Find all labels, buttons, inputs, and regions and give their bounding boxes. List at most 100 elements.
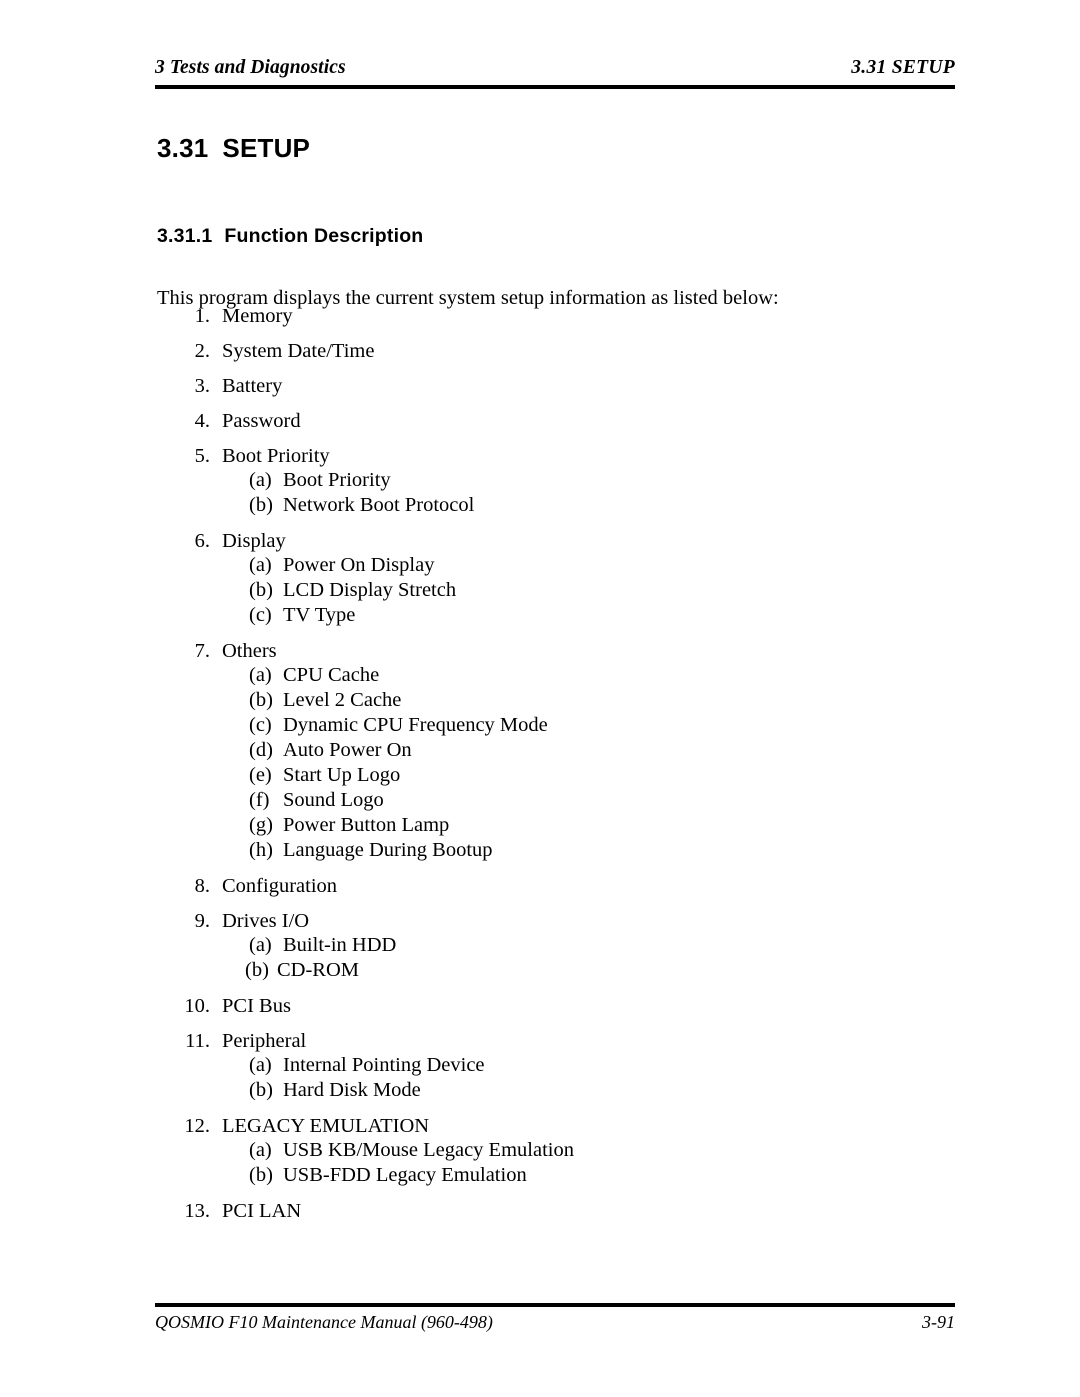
sub-list-item-marker: (b) [249, 1164, 273, 1186]
list-item-marker: 5. [194, 445, 210, 467]
sub-list-item-label: Dynamic CPU Frequency Mode [283, 714, 548, 736]
list-item-label: Boot Priority [222, 445, 330, 467]
sub-list-item-marker: (a) [249, 934, 272, 956]
sub-list-item-marker: (b) [249, 689, 273, 711]
list-item: 1. Memory [0, 303, 1080, 338]
list-item-marker: 11. [185, 1030, 210, 1052]
subsection-title: Function Description [224, 225, 424, 247]
sub-list-item: (c) Dynamic CPU Frequency Mode [0, 713, 1080, 738]
sub-list-item-marker: (a) [249, 554, 272, 576]
list-item: 7. Others [0, 638, 1080, 663]
sub-list-item: (f) Sound Logo [0, 788, 1080, 813]
sub-list-item-marker: (f) [249, 789, 270, 811]
setup-items-list: 1. Memory 2. System Date/Time 3. Battery 4. Pas… [0, 303, 1080, 1233]
sub-list-item-label: Built-in HDD [283, 934, 397, 956]
list-item-marker: 9. [194, 910, 210, 932]
sub-list-item-label: Boot Priority [283, 469, 391, 491]
list-item-marker: 8. [194, 875, 210, 897]
list-item-label: LEGACY EMULATION [222, 1115, 430, 1137]
sub-list-item-label: Level 2 Cache [283, 689, 402, 711]
sub-list-item-marker: (c) [249, 604, 272, 626]
list-item-marker: 2. [194, 340, 210, 362]
footer-rule [155, 1303, 955, 1307]
sub-list-item-marker: (g) [249, 814, 273, 836]
list-item-label: Others [222, 640, 277, 662]
sub-list-item-label: Sound Logo [283, 789, 384, 811]
sub-list-item-marker: (b) [249, 494, 273, 516]
sub-list-item-marker: (b) [245, 959, 269, 981]
sub-list-item-label: Network Boot Protocol [283, 494, 475, 516]
sub-list-item: (a) Power On Display [0, 553, 1080, 578]
list-item-marker: 10. [184, 995, 210, 1017]
sub-list-item-label: CPU Cache [283, 664, 380, 686]
list-item-marker: 12. [184, 1115, 210, 1137]
header-rule [155, 85, 955, 89]
subsection-number: 3.31.1 [157, 225, 213, 247]
sub-list-item: (a) Internal Pointing Device [0, 1053, 1080, 1078]
list-item: 9. Drives I/O [0, 908, 1080, 933]
running-footer: QOSMIO F10 Maintenance Manual (960-498) … [155, 1312, 955, 1333]
list-item-label: Drives I/O [222, 910, 310, 932]
sub-list-item-marker: (e) [249, 764, 272, 786]
sub-list-item-marker: (b) [249, 579, 273, 601]
running-header: 3 Tests and Diagnostics 3.31 SETUP [155, 57, 955, 79]
sub-list-item-label: Power Button Lamp [283, 814, 450, 836]
sub-list-item-label: Language During Bootup [283, 839, 493, 861]
page-number: 3-91 [922, 1312, 955, 1332]
running-header-right: 3.31 SETUP [851, 57, 955, 78]
list-item-label: Memory [222, 305, 293, 327]
list-item: 10. PCI Bus [0, 993, 1080, 1028]
sub-list-item-label: TV Type [283, 604, 356, 626]
sub-list-item: (b) Level 2 Cache [0, 688, 1080, 713]
list-item-marker: 7. [194, 640, 210, 662]
list-item-label: Display [222, 530, 286, 552]
list-item: 2. System Date/Time [0, 338, 1080, 373]
sub-list-item-marker: (c) [249, 714, 272, 736]
sub-list-item-marker: (d) [249, 739, 273, 761]
sub-list-item: (b) USB-FDD Legacy Emulation [0, 1163, 1080, 1188]
list-item-label: PCI LAN [222, 1200, 302, 1222]
list-item-marker: 13. [184, 1200, 210, 1222]
sub-list-item: (c) TV Type [0, 603, 1080, 628]
sub-list-item: (b) CD-ROM [0, 958, 1080, 983]
sub-list-item-marker: (a) [249, 469, 272, 491]
list-item: 13. PCI LAN [0, 1198, 1080, 1233]
list-item-label: Battery [222, 375, 283, 397]
sub-list-item-marker: (a) [249, 1054, 272, 1076]
list-item: 11. Peripheral [0, 1028, 1080, 1053]
list-item-marker: 6. [194, 530, 210, 552]
sub-list-item-label: Power On Display [283, 554, 435, 576]
list-item: 3. Battery [0, 373, 1080, 408]
sub-list-item: (d) Auto Power On [0, 738, 1080, 763]
sub-list-item: (b) Network Boot Protocol [0, 493, 1080, 518]
page-title: 3.31 SETUP [157, 133, 310, 164]
sub-list-item: (a) Built-in HDD [0, 933, 1080, 958]
manual-title: QOSMIO F10 Maintenance Manual (960-498) [155, 1312, 493, 1332]
sub-list-item-marker: (h) [249, 839, 273, 861]
sub-list-item: (b) Hard Disk Mode [0, 1078, 1080, 1103]
sub-list-item-label: Auto Power On [283, 739, 412, 761]
sub-list-item-label: LCD Display Stretch [283, 579, 457, 601]
sub-list-item: (a) USB KB/Mouse Legacy Emulation [0, 1138, 1080, 1163]
section-number: 3.31 [157, 133, 209, 163]
sub-list-item: (a) Boot Priority [0, 468, 1080, 493]
sub-list-item: (a) CPU Cache [0, 663, 1080, 688]
list-item-label: Password [222, 410, 301, 432]
list-item-marker: 3. [194, 375, 210, 397]
list-item-label: PCI Bus [222, 995, 291, 1017]
sub-list-item-label: USB-FDD Legacy Emulation [283, 1164, 527, 1186]
sub-list-item-marker: (b) [249, 1079, 273, 1101]
sub-list-item: (h) Language During Bootup [0, 838, 1080, 863]
section-title: SETUP [222, 133, 311, 163]
sub-list-item-marker: (a) [249, 1139, 272, 1161]
list-item: 5. Boot Priority [0, 443, 1080, 468]
running-header-left: 3 Tests and Diagnostics [155, 57, 346, 78]
sub-list-item: (g) Power Button Lamp [0, 813, 1080, 838]
sub-list-item-label: Start Up Logo [283, 764, 401, 786]
sub-list-item: (e) Start Up Logo [0, 763, 1080, 788]
